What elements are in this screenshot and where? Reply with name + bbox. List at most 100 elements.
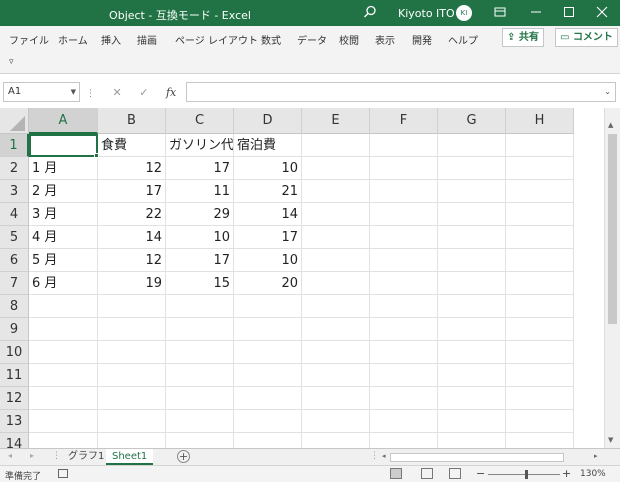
cell-d9[interactable]	[234, 318, 302, 341]
row-header-10[interactable]: 10	[0, 341, 29, 364]
column-header-b[interactable]: B	[98, 108, 166, 134]
cell-c12[interactable]	[166, 387, 234, 410]
fill-handle[interactable]	[94, 153, 99, 158]
tab-help[interactable]: ヘルプ	[448, 32, 478, 47]
cell-h8[interactable]	[506, 295, 574, 318]
row-header-9[interactable]: 9	[0, 318, 29, 341]
cell-a13[interactable]	[29, 410, 98, 433]
cell-b1[interactable]: 食費	[98, 134, 166, 157]
cell-b7[interactable]: 19	[98, 272, 166, 295]
macro-record-icon[interactable]	[58, 469, 68, 478]
cell-g7[interactable]	[438, 272, 506, 295]
row-header-5[interactable]: 5	[0, 226, 29, 249]
cell-f9[interactable]	[370, 318, 438, 341]
cell-h5[interactable]	[506, 226, 574, 249]
cell-f8[interactable]	[370, 295, 438, 318]
sheet-prev-icon[interactable]: ◂	[8, 451, 12, 460]
tab-review[interactable]: 校閲	[339, 32, 359, 47]
vertical-scrollbar[interactable]: ▲ ▼	[604, 108, 620, 448]
cell-h12[interactable]	[506, 387, 574, 410]
cell-e1[interactable]	[302, 134, 370, 157]
column-header-a[interactable]: A	[29, 108, 98, 134]
row-header-6[interactable]: 6	[0, 249, 29, 272]
zoom-in-button[interactable]: +	[562, 467, 571, 480]
cell-d11[interactable]	[234, 364, 302, 387]
cell-d2[interactable]: 10	[234, 157, 302, 180]
cell-e13[interactable]	[302, 410, 370, 433]
name-box[interactable]: A1 ▼	[3, 82, 80, 102]
cell-c13[interactable]	[166, 410, 234, 433]
cell-a4[interactable]: 3 月	[29, 203, 98, 226]
cell-d3[interactable]: 21	[234, 180, 302, 203]
cell-b3[interactable]: 17	[98, 180, 166, 203]
maximize-icon[interactable]	[561, 4, 577, 20]
cell-e4[interactable]	[302, 203, 370, 226]
cell-b12[interactable]	[98, 387, 166, 410]
column-header-c[interactable]: C	[166, 108, 234, 134]
horizontal-scrollbar[interactable]: ◂ ▸	[380, 451, 604, 464]
cell-d7[interactable]: 20	[234, 272, 302, 295]
cell-g8[interactable]	[438, 295, 506, 318]
cell-a9[interactable]	[29, 318, 98, 341]
cell-c9[interactable]	[166, 318, 234, 341]
cell-d6[interactable]: 10	[234, 249, 302, 272]
cell-f7[interactable]	[370, 272, 438, 295]
cell-e3[interactable]	[302, 180, 370, 203]
cell-f11[interactable]	[370, 364, 438, 387]
cell-f3[interactable]	[370, 180, 438, 203]
cell-g12[interactable]	[438, 387, 506, 410]
chevron-down-icon[interactable]: ▼	[71, 83, 76, 101]
cell-b4[interactable]: 22	[98, 203, 166, 226]
tab-file[interactable]: ファイル	[9, 32, 49, 47]
minimize-icon[interactable]	[528, 4, 544, 20]
comment-button[interactable]: ▭ コメント	[555, 28, 618, 47]
cell-e5[interactable]	[302, 226, 370, 249]
sheet-tab-chart1[interactable]: グラフ1	[62, 449, 110, 465]
tab-insert[interactable]: 挿入	[101, 32, 121, 47]
cell-e9[interactable]	[302, 318, 370, 341]
cell-d4[interactable]: 14	[234, 203, 302, 226]
worksheet-grid[interactable]: A B C D E F G H 1 食費 ガソリン代 宿泊費 2 1 月 12 17 10 3 2 月 17 11 21 4…	[0, 108, 620, 448]
expand-formula-icon[interactable]: ⌄	[604, 87, 611, 96]
zoom-level[interactable]: 130%	[580, 469, 606, 479]
cell-c1[interactable]: ガソリン代	[166, 134, 234, 157]
row-header-1[interactable]: 1	[0, 134, 29, 157]
cell-h9[interactable]	[506, 318, 574, 341]
h-scroll-thumb[interactable]	[390, 453, 564, 462]
cell-f12[interactable]	[370, 387, 438, 410]
cell-a6[interactable]: 5 月	[29, 249, 98, 272]
cell-h14[interactable]	[506, 433, 574, 448]
cell-h4[interactable]	[506, 203, 574, 226]
sheet-next-icon[interactable]: ▸	[30, 451, 34, 460]
add-sheet-button[interactable]: +	[177, 450, 190, 463]
customize-qat-icon[interactable]: ▿	[9, 57, 14, 67]
zoom-slider-knob[interactable]	[525, 470, 528, 479]
cell-c11[interactable]	[166, 364, 234, 387]
share-button[interactable]: ⇪ 共有	[502, 28, 544, 47]
cell-f6[interactable]	[370, 249, 438, 272]
cell-a12[interactable]	[29, 387, 98, 410]
page-break-view-icon[interactable]	[449, 468, 461, 479]
tab-split-handle[interactable]: ⋮	[370, 451, 379, 461]
column-header-d[interactable]: D	[234, 108, 302, 134]
cancel-icon[interactable]: ✕	[113, 86, 122, 99]
cell-g9[interactable]	[438, 318, 506, 341]
cell-a5[interactable]: 4 月	[29, 226, 98, 249]
column-header-h[interactable]: H	[506, 108, 574, 134]
search-icon[interactable]	[363, 5, 377, 19]
cell-f13[interactable]	[370, 410, 438, 433]
tab-view[interactable]: 表示	[375, 32, 395, 47]
row-header-2[interactable]: 2	[0, 157, 29, 180]
cell-h3[interactable]	[506, 180, 574, 203]
cell-g14[interactable]	[438, 433, 506, 448]
tab-draw[interactable]: 描画	[137, 32, 157, 47]
cell-e14[interactable]	[302, 433, 370, 448]
close-icon[interactable]	[594, 4, 610, 20]
insert-function-icon[interactable]: fx	[166, 86, 176, 99]
scroll-down-icon[interactable]: ▼	[608, 436, 613, 444]
cell-b14[interactable]	[98, 433, 166, 448]
scroll-left-icon[interactable]: ◂	[382, 452, 386, 460]
cell-g4[interactable]	[438, 203, 506, 226]
cell-f4[interactable]	[370, 203, 438, 226]
cell-f1[interactable]	[370, 134, 438, 157]
